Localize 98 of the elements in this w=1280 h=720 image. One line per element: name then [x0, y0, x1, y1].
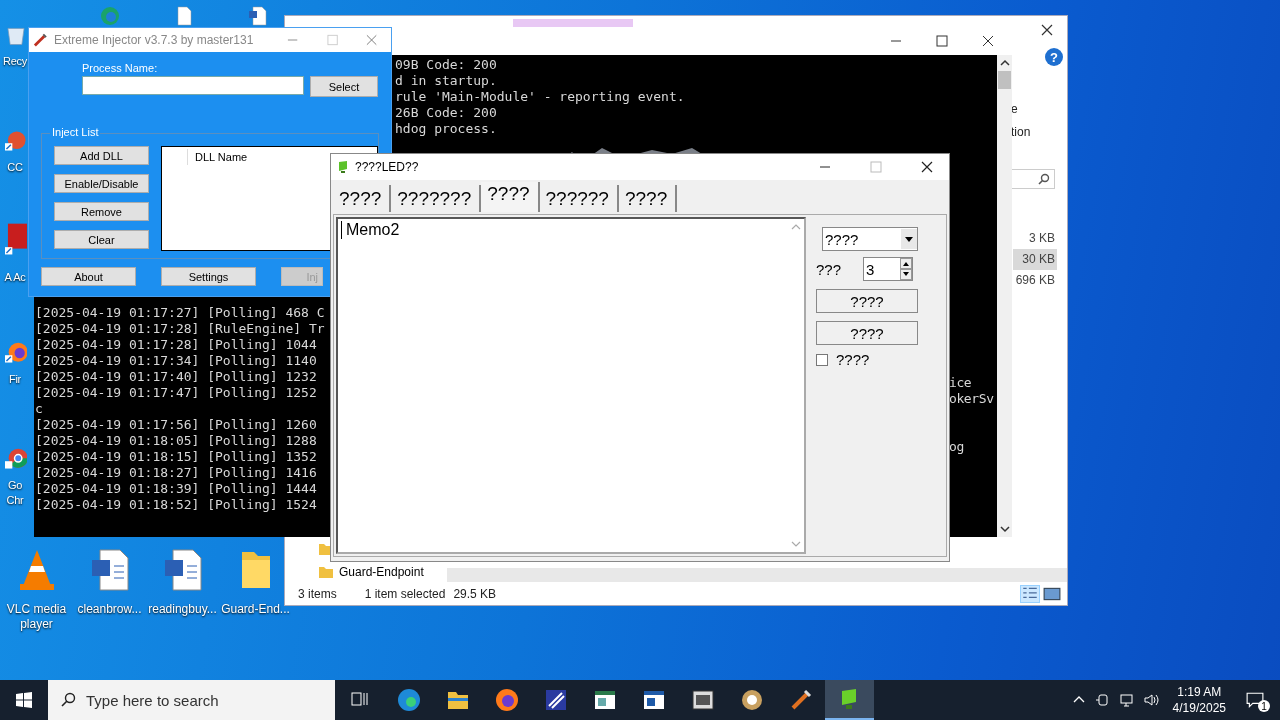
led-icon [337, 160, 349, 174]
console-line: [2025-04-19 01:17:56] [Polling] 1260 [35, 417, 318, 433]
ccleaner-icon[interactable] [5, 130, 27, 152]
console-line: [2025-04-19 01:18:05] [Polling] 1288 [35, 433, 318, 449]
search-icon [60, 692, 76, 708]
window-icon [592, 688, 617, 712]
console-line: hdog process. [395, 121, 498, 137]
scroll-up-icon[interactable] [999, 59, 1010, 67]
navigation-item[interactable]: Guard-Endpoint [339, 565, 424, 579]
desktop-icon-label[interactable]: Go Chr [3, 478, 27, 508]
help-button[interactable]: ? [1045, 48, 1063, 66]
field-label: ??? [816, 260, 842, 278]
vertical-scrollbar[interactable] [997, 55, 1012, 537]
device-icon[interactable] [1094, 692, 1111, 708]
file-size-cell[interactable]: 696 KB [1013, 270, 1057, 291]
desktop-icon-label[interactable]: VLC media player [0, 602, 73, 632]
clock[interactable]: 1:19 AM 4/19/2025 [1172, 684, 1226, 716]
file-size-cell[interactable]: 3 KB [1013, 228, 1057, 249]
desktop-icon-label[interactable]: Guard-End... [219, 602, 292, 617]
network-icon[interactable] [1118, 692, 1135, 708]
console-line: d in startup. [395, 73, 498, 89]
console-line: [2025-04-19 01:17:27] [Polling] 468 C [35, 305, 326, 321]
tool-icon [543, 688, 568, 712]
list-action-button[interactable]: Enable/Disable [54, 174, 149, 193]
desktop-icon-label[interactable]: Fir [3, 372, 27, 387]
window-icon [641, 688, 666, 712]
console-line: [2025-04-19 01:18:27] [Polling] 1416 [35, 465, 318, 481]
spin-arrows-icon[interactable] [900, 258, 913, 280]
dropdown[interactable]: ???? [822, 227, 918, 251]
console-line: [2025-04-19 01:17:28] [RuleEngine] Tr [35, 321, 326, 337]
thumbnail-view-icon[interactable] [1043, 586, 1061, 602]
console-line: [2025-04-19 01:18:15] [Polling] 1352 [35, 449, 318, 465]
message-icon [1246, 691, 1264, 709]
memo-text: Memo2 [341, 221, 788, 239]
console-line: rule 'Main-Module' - reporting event. [395, 89, 686, 105]
edge-icon [396, 688, 421, 712]
window-title: Extreme Injector v3.7.3 by master131 [53, 33, 254, 47]
file-size-cell[interactable]: 30 KB [1013, 249, 1057, 270]
group-title: Inject List [50, 126, 101, 138]
maximize-icon[interactable] [936, 35, 948, 47]
ribbon-label[interactable]: tion [1011, 121, 1031, 144]
list-action-button[interactable]: Add DLL [54, 146, 149, 165]
console-line: [2025-04-19 01:18:52] [Polling] 1524 [35, 497, 318, 513]
console-line: [2025-04-19 01:18:39] [Polling] 1444 [35, 481, 318, 497]
action-button[interactable]: ???? [816, 289, 918, 313]
list-action-button[interactable]: Clear [54, 230, 149, 249]
scroll-down-icon[interactable] [999, 525, 1010, 533]
column-header[interactable]: DLL Name [195, 151, 248, 163]
folder-icon [319, 566, 333, 578]
console-line: og [949, 439, 965, 455]
details-view-icon[interactable] [1021, 586, 1039, 602]
close-icon[interactable] [921, 161, 933, 173]
chrome-icon[interactable] [5, 448, 27, 470]
window-button[interactable]: Settings [161, 267, 256, 286]
status-text: 3 items [298, 587, 337, 601]
console-line: [2025-04-19 01:17:28] [Polling] 1044 [35, 337, 318, 353]
search-field[interactable]: Type here to search [48, 680, 335, 720]
windows-start-icon[interactable] [16, 692, 32, 708]
select-button[interactable]: Select [310, 76, 378, 97]
console-line: [2025-04-19 01:17:34] [Polling] 1140 [35, 353, 318, 369]
console-line: 09B Code: 200 [395, 57, 498, 73]
console-line: [2025-04-19 01:17:40] [Polling] 1232 [35, 369, 318, 385]
ribbon-label[interactable]: e [1011, 98, 1031, 121]
search-icon [1038, 173, 1050, 185]
horizontal-scrollbar[interactable] [447, 568, 1067, 582]
field-label: Process Name: [82, 62, 159, 74]
firefox-icon[interactable] [5, 342, 27, 364]
firefox-icon [494, 688, 519, 712]
desktop-icon-label[interactable]: A Ac [3, 270, 27, 285]
tab[interactable]: ???? [481, 182, 540, 212]
console-line: okerSv [949, 391, 994, 407]
word-document-icon[interactable] [89, 548, 130, 592]
scroll-thumb[interactable] [998, 71, 1011, 89]
action-button[interactable]: ???? [816, 321, 918, 345]
close-icon[interactable] [982, 35, 994, 47]
maximize-icon [870, 161, 882, 173]
notification-button[interactable]: 1 [1240, 680, 1270, 720]
console-line: [2025-04-19 01:17:47] [Polling] 1252 [35, 385, 318, 401]
disc-icon [739, 688, 764, 712]
monitor-icon [690, 688, 715, 712]
status-text: 1 item selected [364, 587, 446, 601]
desktop-icon-label[interactable]: cleanbrow... [73, 602, 146, 617]
process-name-field[interactable] [82, 76, 304, 95]
syringe-icon [33, 32, 48, 48]
checkbox-label[interactable]: ???? [836, 351, 870, 368]
word-document-icon[interactable] [162, 548, 203, 592]
maximize-icon [326, 34, 338, 46]
console-line: 26B Code: 200 [395, 105, 498, 121]
console-line: c [35, 401, 44, 417]
list-action-button[interactable]: Remove [54, 202, 149, 221]
console-line: ice [949, 375, 973, 391]
checkbox[interactable] [816, 353, 828, 366]
speaker-icon[interactable] [1142, 692, 1159, 708]
window-button[interactable]: About [41, 267, 136, 286]
number-field[interactable]: 3 [863, 257, 914, 281]
close-icon[interactable] [1041, 24, 1053, 36]
desktop-icon-label[interactable]: readingbuy... [146, 602, 219, 617]
status-text: 29.5 KB [453, 587, 497, 601]
